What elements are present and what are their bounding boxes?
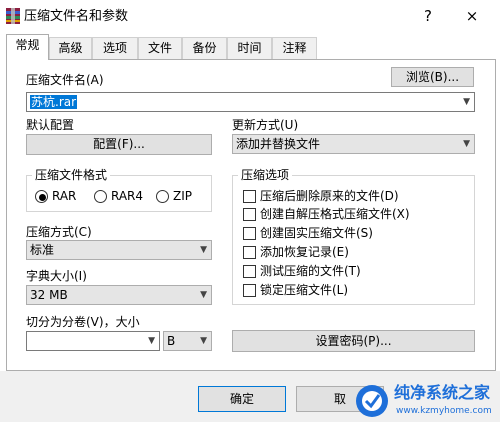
chevron-down-icon: ▼: [200, 336, 207, 346]
update-mode-value: 添加并替换文件: [236, 137, 321, 151]
dictionary-size-select[interactable]: 32 MB ▼: [26, 285, 212, 305]
radio-rar-label: RAR: [52, 189, 77, 203]
tab-time[interactable]: 时间: [227, 37, 272, 59]
watermark-logo-icon: [356, 385, 388, 417]
archive-name-input[interactable]: 苏杭.rar ▼: [26, 92, 475, 112]
tab-general[interactable]: 常规: [6, 34, 49, 60]
default-profile-label: 默认配置: [26, 118, 75, 132]
tab-comment[interactable]: 注释: [272, 37, 317, 59]
compression-method-select[interactable]: 标准 ▼: [26, 240, 212, 260]
split-size-input[interactable]: ▼: [26, 331, 160, 351]
radio-rar4[interactable]: [94, 190, 107, 203]
archive-format-title: 压缩文件格式: [32, 167, 111, 183]
help-button[interactable]: ?: [418, 6, 438, 26]
checkbox-lock-archive[interactable]: [243, 284, 256, 297]
radio-rar[interactable]: [35, 190, 48, 203]
chevron-down-icon: ▼: [148, 336, 155, 346]
winrar-icon: [6, 8, 20, 24]
checkbox-delete-after-label: 压缩后删除原来的文件(D): [260, 189, 399, 203]
tab-backup[interactable]: 备份: [182, 37, 227, 59]
watermark: 纯净系统之家 www.kzmyhome.com: [350, 381, 500, 422]
chevron-down-icon: ▼: [200, 245, 207, 255]
tab-options[interactable]: 选项: [92, 37, 138, 59]
radio-zip[interactable]: [156, 190, 169, 203]
archive-name-label: 压缩文件名(A): [26, 73, 104, 87]
watermark-url: www.kzmyhome.com: [396, 406, 492, 416]
update-mode-label: 更新方式(U): [232, 118, 299, 132]
checkbox-create-sfx-label: 创建自解压格式压缩文件(X): [260, 207, 410, 221]
checkbox-create-sfx[interactable]: [243, 208, 256, 221]
checkbox-delete-after[interactable]: [243, 190, 256, 203]
checkbox-test-files[interactable]: [243, 265, 256, 278]
profiles-button[interactable]: 配置(F)...: [26, 134, 212, 155]
update-mode-select[interactable]: 添加并替换文件 ▼: [232, 134, 475, 154]
chevron-down-icon: ▼: [463, 139, 470, 149]
checkbox-recovery-record[interactable]: [243, 246, 256, 259]
checkbox-test-files-label: 测试压缩的文件(T): [260, 264, 361, 278]
browse-button[interactable]: 浏览(B)...: [391, 67, 474, 87]
checkbox-lock-archive-label: 锁定压缩文件(L): [260, 283, 349, 297]
tab-bar: 常规 高级 选项 文件 备份 时间 注释: [0, 34, 500, 60]
tab-advanced[interactable]: 高级: [49, 37, 92, 59]
window-title: 压缩文件名和参数: [24, 9, 129, 24]
compression-method-label: 压缩方式(C): [26, 225, 92, 239]
split-volumes-label: 切分为分卷(V)，大小: [26, 315, 140, 329]
checkbox-recovery-record-label: 添加恢复记录(E): [260, 245, 349, 259]
split-unit-select[interactable]: B ▼: [163, 331, 212, 351]
checkbox-solid[interactable]: [243, 227, 256, 240]
archive-options-title: 压缩选项: [238, 167, 293, 183]
tab-files[interactable]: 文件: [138, 37, 182, 59]
archive-name-value: 苏杭.rar: [30, 95, 78, 109]
dictionary-size-label: 字典大小(I): [26, 269, 87, 283]
radio-zip-label: ZIP: [173, 189, 192, 203]
split-unit-value: B: [167, 334, 176, 348]
dictionary-size-value: 32 MB: [30, 288, 68, 302]
compression-method-value: 标准: [30, 243, 55, 257]
radio-rar4-label: RAR4: [111, 189, 144, 203]
watermark-title: 纯净系统之家: [394, 383, 491, 402]
chevron-down-icon: ▼: [463, 97, 470, 107]
set-password-button[interactable]: 设置密码(P)...: [232, 330, 475, 352]
title-bar: 压缩文件名和参数 ? ×: [0, 0, 500, 34]
chevron-down-icon: ▼: [200, 290, 207, 300]
close-button[interactable]: ×: [462, 6, 482, 26]
radio-selected-dot: [39, 194, 46, 201]
ok-button[interactable]: 确定: [198, 386, 286, 412]
checkbox-solid-label: 创建固实压缩文件(S): [260, 226, 373, 240]
